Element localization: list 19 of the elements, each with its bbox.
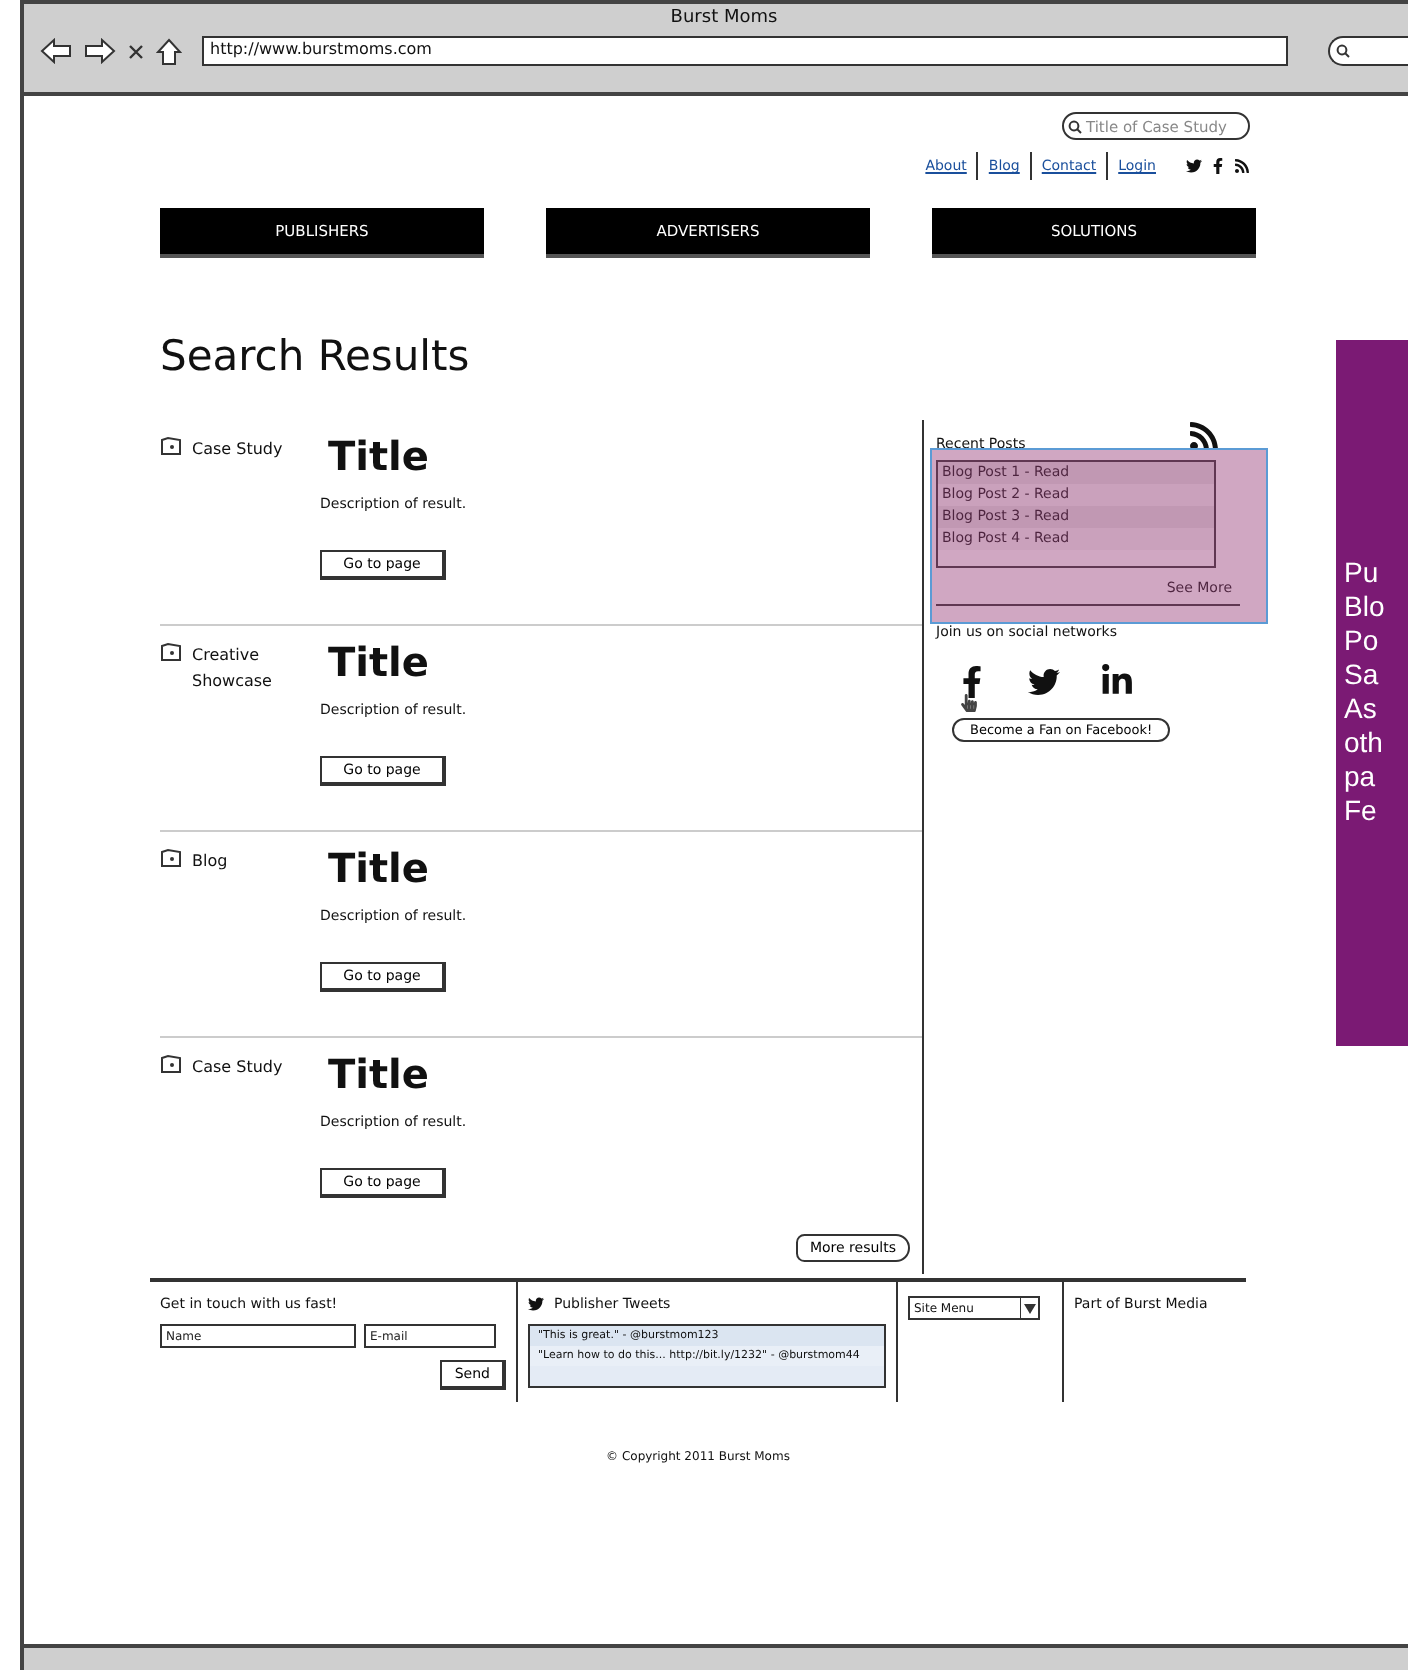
result-title: Title xyxy=(328,638,431,686)
window-title: Burst Moms xyxy=(668,8,780,32)
note-text: Blo xyxy=(1344,590,1387,624)
result-type: Case Study xyxy=(192,438,285,462)
note-text: Pu xyxy=(1344,556,1381,590)
result-type: Blog xyxy=(192,850,230,874)
result-type: Creative Showcase xyxy=(192,644,274,694)
result-title: Title xyxy=(328,844,431,892)
note-text: oth xyxy=(1344,726,1385,760)
address-field[interactable]: http://www.burstmoms.com xyxy=(202,36,1288,66)
note-text: As xyxy=(1344,692,1379,726)
result-type: Case Study xyxy=(192,1056,285,1080)
page-heading: Search Results xyxy=(160,332,472,380)
note-text: Sa xyxy=(1344,658,1381,692)
note-text: Po xyxy=(1344,624,1381,658)
result-title: Title xyxy=(328,432,431,480)
note-text: pa xyxy=(1344,760,1378,794)
note-text: Fe xyxy=(1344,794,1379,828)
result-title: Title xyxy=(328,1050,431,1098)
